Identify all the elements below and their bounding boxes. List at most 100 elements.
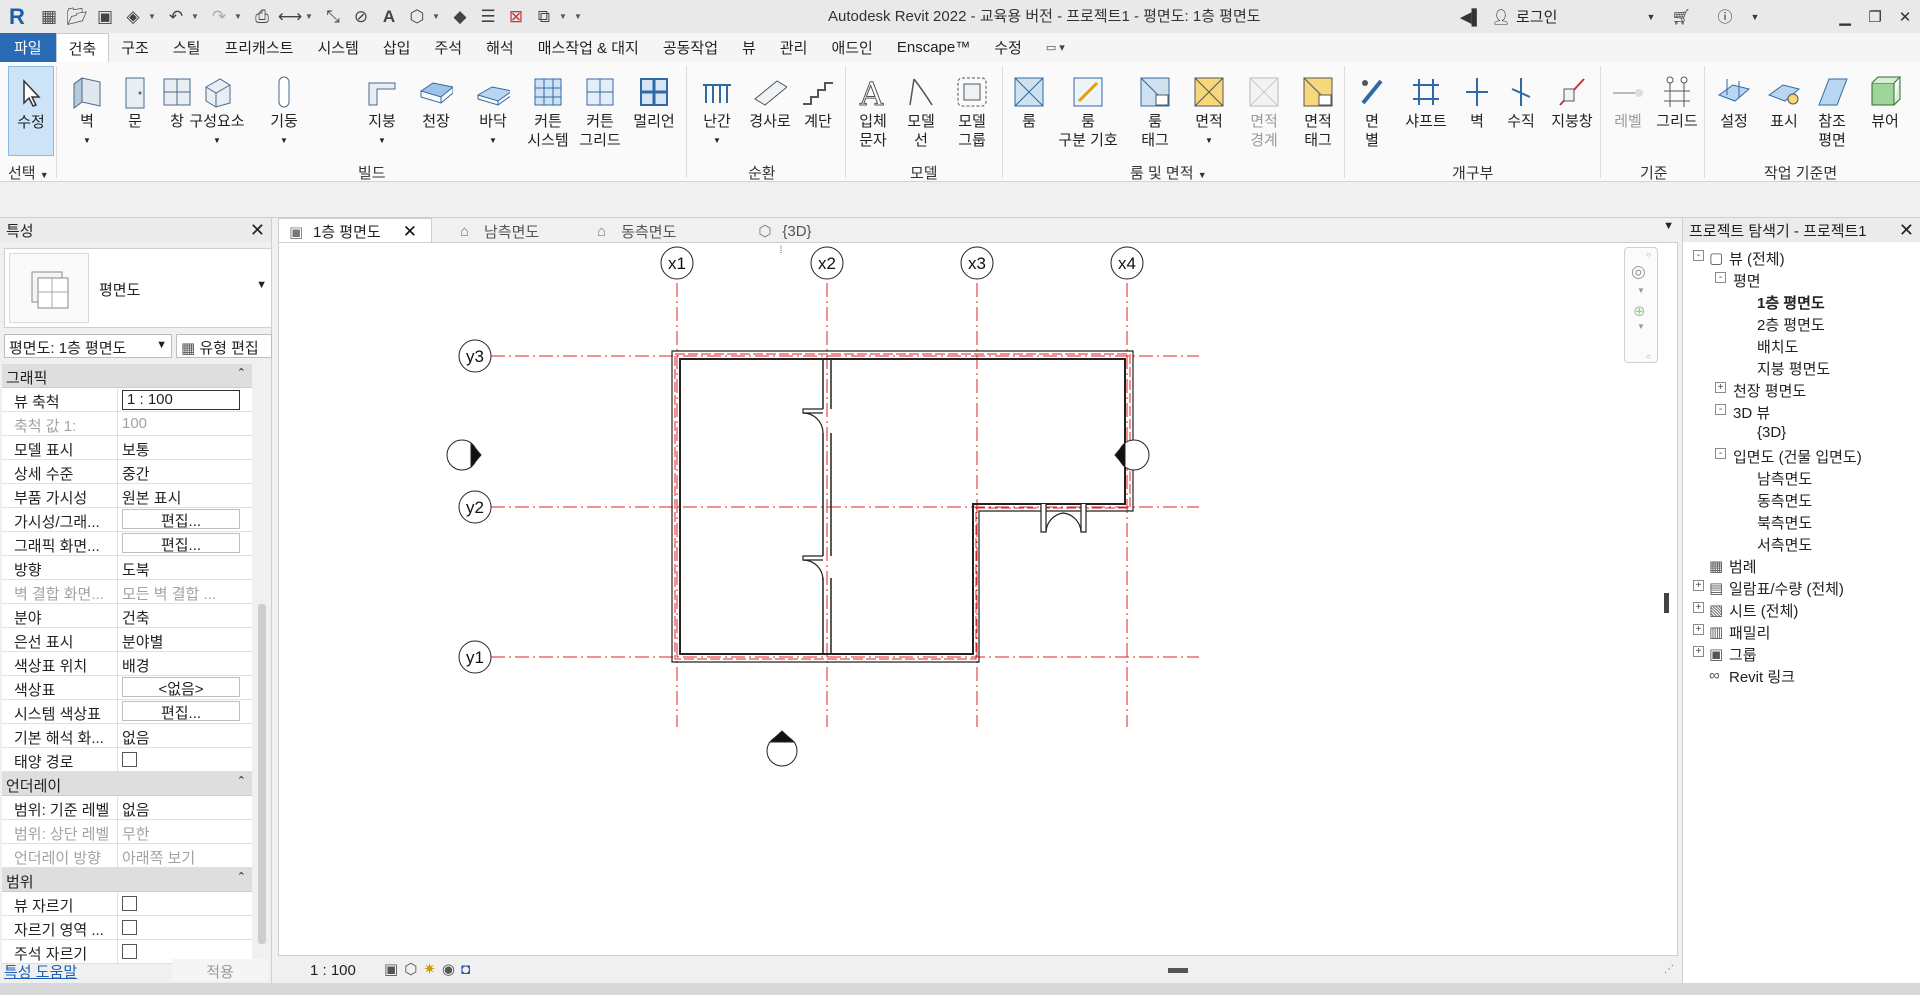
dormer-button[interactable]: 지붕창 — [1544, 66, 1600, 156]
tab-collaborate[interactable]: 공동작업 — [651, 33, 730, 62]
property-value[interactable]: 100 — [122, 415, 147, 432]
minimize-icon[interactable]: ▁ — [1830, 8, 1860, 26]
tab-view-3d[interactable]: ⬡ {3D} — [748, 218, 825, 242]
property-value[interactable]: 아래쪽 보기 — [122, 850, 195, 867]
stair-button[interactable]: 계단 — [796, 66, 840, 156]
property-value-cell[interactable]: 없음 — [118, 796, 252, 819]
chevron-down-icon[interactable]: ▼ — [148, 12, 158, 21]
browser-item[interactable]: 지붕 평면도 — [1683, 356, 1920, 378]
browser-item[interactable]: + ▧ 시트 (전체) — [1683, 598, 1920, 620]
railing-button[interactable]: 난간 ▼ — [692, 66, 742, 156]
floor-button[interactable]: 바닥 ▼ — [466, 66, 520, 156]
view-scale[interactable]: 1 : 100 — [310, 962, 356, 979]
vertical-opening-button[interactable]: 수직 — [1498, 66, 1544, 156]
horizontal-scroll-handle[interactable] — [1168, 968, 1188, 973]
property-value-cell[interactable]: 배경 — [118, 652, 252, 675]
login-label[interactable]: 로그인 — [1516, 6, 1636, 27]
properties-help-link[interactable]: 특성 도움말 — [4, 961, 77, 982]
tab-modify[interactable]: 수정 — [982, 33, 1034, 62]
open-icon[interactable]: 📂︎ — [64, 4, 90, 30]
properties-section[interactable]: 그래픽 ⌃ — [2, 364, 252, 388]
sync-icon[interactable]: ◈ — [120, 4, 146, 30]
property-button[interactable]: 편집... — [122, 533, 240, 554]
reference-plane-button[interactable]: 참조 평면 — [1806, 66, 1858, 156]
collapse-icon[interactable]: ⌃ — [237, 870, 246, 883]
drawing-canvas[interactable]: x1 x2 x3 x4 y3 y2 y1 ⁞ ◎ ▼ ⊕ ▼ ○ ○ — [278, 242, 1678, 956]
nav-options-icon[interactable]: ○ — [1646, 352, 1651, 361]
switch-windows-icon[interactable]: ⧉ — [531, 4, 557, 30]
properties-section[interactable]: 언더레이 ⌃ — [2, 772, 252, 796]
resize-grip-icon[interactable]: ⋰ — [1664, 964, 1674, 975]
property-value[interactable]: 무한 — [122, 826, 150, 843]
zoom-icon[interactable]: ⊕ — [1633, 302, 1646, 320]
browser-item[interactable]: -3D 뷰 — [1683, 400, 1920, 422]
properties-section[interactable]: 범위 ⌃ — [2, 868, 252, 892]
tag-icon[interactable]: ⊘ — [348, 4, 374, 30]
show-workplane-button[interactable]: 표시 — [1760, 66, 1808, 156]
browser-item[interactable]: 2층 평면도 — [1683, 312, 1920, 334]
ceiling-button[interactable]: 천장 — [412, 66, 460, 156]
view-control-icons[interactable]: ▣⬡✷◉◘ — [384, 960, 476, 978]
tab-analyze[interactable]: 해석 — [474, 33, 526, 62]
tab-precast[interactable]: 프리캐스트 — [212, 33, 305, 62]
level-button[interactable]: 레벨 — [1604, 66, 1652, 156]
browser-item[interactable]: 동측면도 — [1683, 488, 1920, 510]
tab-view[interactable]: 뷰 — [730, 33, 768, 62]
browser-item[interactable]: ∞ Revit 링크 — [1683, 664, 1920, 686]
tab-insert[interactable]: 삽입 — [371, 33, 423, 62]
nav-close-icon[interactable]: ○ — [1646, 250, 1651, 259]
property-value-cell[interactable]: 편집... — [118, 508, 252, 531]
tab-enscape[interactable]: Enscape™ — [885, 33, 982, 62]
cart-icon[interactable]: 🛒︎ — [1666, 8, 1696, 26]
property-button[interactable]: 편집... — [122, 509, 240, 530]
browser-item[interactable]: 1층 평면도 — [1683, 290, 1920, 312]
edit-type-button[interactable]: ▦ 유형 편집 — [176, 334, 272, 358]
model-line-button[interactable]: 모델 선 — [898, 66, 944, 156]
model-group-button[interactable]: 모델 그룹 — [946, 66, 998, 156]
property-value-cell[interactable] — [118, 748, 252, 771]
browser-item[interactable]: - ▢ 뷰 (전체) — [1683, 246, 1920, 268]
tab-view-south-elevation[interactable]: ⌂ 남측면도 — [450, 218, 553, 242]
chevron-down-icon[interactable]: ▼ — [432, 12, 442, 21]
area-boundary-button[interactable]: 면적 경계 — [1238, 66, 1290, 156]
tab-steel[interactable]: 스틸 — [161, 33, 213, 62]
help-icon[interactable]: ⓘ — [1710, 6, 1740, 27]
property-value[interactable]: 보통 — [122, 442, 150, 459]
chevron-down-icon[interactable]: ▼ — [1637, 322, 1645, 331]
chevron-down-icon[interactable]: ▼ — [191, 12, 201, 21]
restore-icon[interactable]: ❐ — [1860, 8, 1890, 26]
browser-item[interactable]: 북측면도 — [1683, 510, 1920, 532]
property-value-cell[interactable]: 원본 표시 — [118, 484, 252, 507]
collapse-icon[interactable]: - — [1693, 250, 1704, 261]
tab-manage[interactable]: 관리 — [768, 33, 820, 62]
close-icon[interactable]: ✕ — [403, 222, 417, 242]
ribbon-display-toggle-icon[interactable]: ▭ ▾ — [1034, 33, 1077, 62]
roof-button[interactable]: 지붕 ▼ — [358, 66, 406, 156]
steering-wheel-icon[interactable]: ◎ — [1631, 262, 1646, 282]
shaft-button[interactable]: 샤프트 — [1398, 66, 1454, 156]
column-button[interactable]: 기둥 ▼ — [262, 66, 306, 156]
property-value[interactable]: 없음 — [122, 730, 150, 747]
property-value-cell[interactable]: 중간 — [118, 460, 252, 483]
tab-view-floor-plan-1[interactable]: ▣ 1층 평면도 ✕ — [278, 218, 432, 242]
chevron-down-icon[interactable]: ▼ — [305, 12, 315, 21]
aligned-dimension-icon[interactable]: ⤡ — [320, 4, 346, 30]
expand-icon[interactable]: + — [1715, 382, 1726, 393]
property-value-cell[interactable]: 분야별 — [118, 628, 252, 651]
property-value-cell[interactable]: 도북 — [118, 556, 252, 579]
property-value[interactable]: 없음 — [122, 802, 150, 819]
collapse-icon[interactable]: ⌃ — [237, 366, 246, 379]
chevron-down-icon[interactable]: ▼ — [256, 279, 267, 291]
browser-item[interactable]: + 천장 평면도 — [1683, 378, 1920, 400]
3d-view-icon[interactable]: ⬡ — [404, 4, 430, 30]
apply-button[interactable]: 적용 — [172, 959, 268, 981]
expand-icon[interactable]: + — [1693, 624, 1704, 635]
property-value-cell[interactable]: 편집... — [118, 532, 252, 555]
browser-item[interactable]: + ▤ 일람표/수량 (전체) — [1683, 576, 1920, 598]
chevron-down-icon[interactable]: ▼ — [1637, 286, 1645, 295]
browser-item[interactable]: + ▣ 그룹 — [1683, 642, 1920, 664]
browser-item[interactable]: 서측면도 — [1683, 532, 1920, 554]
room-separator-button[interactable]: 룸 구분 기호 — [1052, 66, 1124, 156]
chevron-down-icon[interactable]: ▼ — [559, 12, 569, 21]
tab-massing-site[interactable]: 매스작업 & 대지 — [526, 33, 651, 62]
